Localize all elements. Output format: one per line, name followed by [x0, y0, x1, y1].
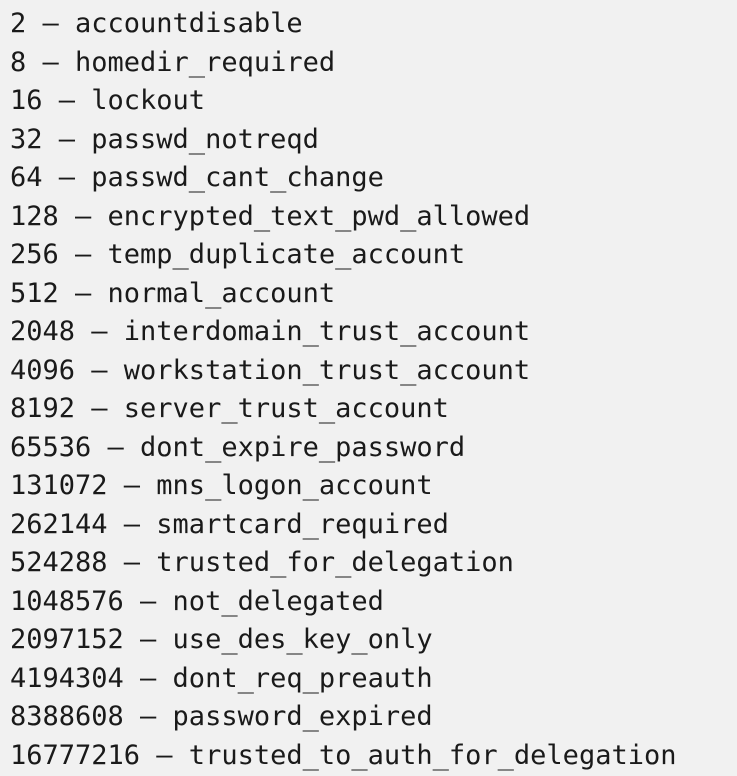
code-line: 16 – lockout [10, 85, 206, 116]
code-line: 8192 – server_trust_account [10, 393, 449, 424]
code-line: 65536 – dont_expire_password [10, 431, 466, 463]
code-line: 524288 – trusted_for_delegation [10, 547, 514, 578]
code-block: 2 – accountdisable 8 – homedir_required … [0, 0, 737, 776]
code-line: 2 – accountdisable [10, 8, 303, 39]
code-line: 2048 – interdomain_trust_account [10, 316, 531, 347]
code-line: 16777216 – trusted_to_auth_for_delegatio… [10, 739, 677, 771]
code-line: 1048576 – not_delegated [10, 585, 384, 617]
code-line: 4194304 – dont_req_preauth [10, 662, 433, 694]
code-line: 32 – passwd_notreqd [10, 123, 319, 155]
code-line: 256 – temp_duplicate_account [10, 239, 466, 270]
code-line: 4096 – workstation_trust_account [10, 354, 531, 386]
code-line: 8 – homedir_required [10, 46, 336, 78]
code-line: 262144 – smartcard_required [10, 508, 449, 540]
code-line: 131072 – mns_logon_account [10, 470, 433, 501]
code-line: 512 – normal_account [10, 277, 336, 309]
code-line: 64 – passwd_cant_change [10, 162, 384, 193]
code-line: 128 – encrypted_text_pwd_allowed [10, 200, 531, 232]
code-line: 8388608 – password_expired [10, 701, 433, 732]
code-line: 2097152 – use_des_key_only [10, 624, 433, 655]
